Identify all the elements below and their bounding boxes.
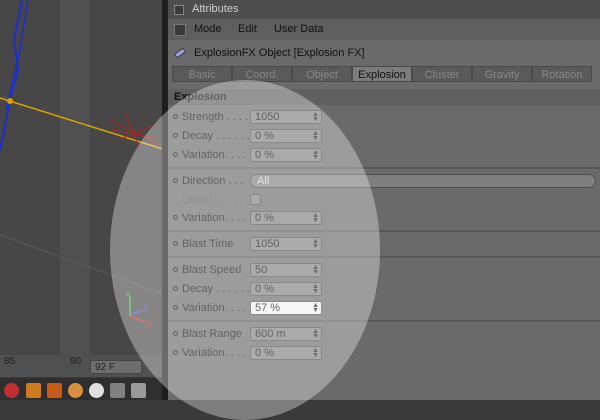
menu-user-data[interactable]: User Data — [274, 19, 324, 40]
decay-field[interactable]: 0 % ▲ ▼ — [250, 129, 322, 143]
keyframe-dot-icon[interactable] — [173, 152, 178, 157]
variation-field[interactable]: 0 % ▲ ▼ — [250, 346, 322, 360]
blast-range-field[interactable]: 600 m ▲ ▼ — [250, 327, 322, 341]
attributes-panel: Attributes Mode Edit User Data Explosion… — [168, 0, 600, 400]
spinner-icon: ▲ ▼ — [312, 111, 319, 123]
direction-dropdown[interactable]: All — [250, 174, 596, 188]
grid-icon[interactable] — [110, 383, 125, 398]
object-name: ExplosionFX Object [Explosion FX] — [194, 47, 365, 59]
spinner-icon: ▲ ▼ — [312, 238, 319, 250]
tab-basic[interactable]: Basic — [172, 66, 232, 82]
param-label: Linear . . . . . . — [182, 194, 250, 206]
tab-object[interactable]: Object — [292, 66, 352, 82]
yellow-pivot — [7, 98, 13, 104]
move-icon[interactable] — [26, 383, 41, 398]
spinner-icon: ▲ ▼ — [312, 264, 319, 276]
spinner-icon: ▲ ▼ — [312, 212, 319, 224]
param-label: Decay . . . . . . — [182, 130, 250, 142]
tab-gravity[interactable]: Gravity — [472, 66, 532, 82]
variation-field-editing[interactable]: 57 % ▲ ▼ — [250, 301, 322, 315]
tab-coord[interactable]: Coord. — [232, 66, 292, 82]
keyframe-dot-icon[interactable] — [173, 267, 178, 272]
menu-mode[interactable]: Mode — [194, 19, 222, 40]
viewport-scene: Y Z X — [0, 0, 166, 355]
spinner-icon: ▲ ▼ — [312, 347, 319, 359]
keyframe-dot-icon[interactable] — [173, 286, 178, 291]
variation-field[interactable]: 0 % ▲ ▼ — [250, 211, 322, 225]
rotate-icon[interactable] — [68, 383, 83, 398]
param-label: Variation. . . . — [182, 347, 246, 359]
group-separator — [168, 167, 600, 169]
bottom-toolbar — [0, 378, 166, 400]
group-separator — [168, 256, 600, 258]
red-emitter — [109, 111, 161, 151]
axis-gizmo: Y Z X — [125, 290, 152, 329]
param-label: Blast Time — [182, 238, 234, 250]
doc-icon[interactable] — [131, 383, 146, 398]
keyframe-dot-icon[interactable] — [173, 331, 178, 336]
timeline-tick: 85 — [4, 356, 16, 367]
blue-spline — [0, 0, 23, 151]
keyframe-dot-icon[interactable] — [173, 350, 178, 355]
spinner-icon: ▲ ▼ — [312, 302, 319, 314]
group-separator — [168, 230, 600, 232]
scale-icon[interactable] — [47, 383, 62, 398]
spinner-icon: ▲ ▼ — [312, 149, 319, 161]
panel-menu-icon[interactable] — [174, 5, 184, 15]
spinner-icon: ▲ ▼ — [312, 283, 319, 295]
param-label: Blast Speed — [182, 264, 242, 276]
help-icon[interactable] — [4, 383, 19, 398]
keyframe-dot-icon[interactable] — [173, 178, 178, 183]
param-label: Strength . . . . — [182, 111, 249, 123]
param-label: Variation. . . . — [182, 302, 246, 314]
grip-icon[interactable] — [174, 24, 186, 36]
timeline-tick: 90 — [70, 356, 82, 367]
tab-explosion[interactable]: Explosion — [352, 66, 412, 82]
explosion-object-icon — [174, 47, 186, 59]
tab-bar: Basic Coord. Object Explosion Cluster Gr… — [172, 66, 600, 84]
section-title: Explosion — [168, 89, 600, 105]
param-label: Variation. . . . — [182, 149, 246, 161]
param-label: Variation. . . . — [182, 212, 246, 224]
menu-edit[interactable]: Edit — [238, 19, 257, 40]
param-label: Decay . . . . . . — [182, 283, 250, 295]
3d-viewport[interactable]: Y Z X — [0, 0, 166, 355]
menu-bar: Mode Edit User Data — [168, 19, 600, 40]
linear-checkbox[interactable] — [250, 194, 261, 205]
keyframe-dot-icon[interactable] — [173, 305, 178, 310]
blast-speed-field[interactable]: 50 ▲ ▼ — [250, 263, 322, 277]
param-label: Blast Range — [182, 328, 242, 340]
param-label: Direction . . . — [182, 175, 244, 187]
keyframe-dot-icon[interactable] — [173, 241, 178, 246]
variation-field[interactable]: 0 % ▲ ▼ — [250, 148, 322, 162]
axis-y-label: Y — [125, 290, 131, 300]
strength-field[interactable]: 1050 ▲ ▼ — [250, 110, 322, 124]
points-icon[interactable] — [89, 383, 104, 398]
spinner-icon: ▲ ▼ — [312, 328, 319, 340]
panel-title: Attributes — [192, 3, 239, 15]
object-header: ExplosionFX Object [Explosion FX] — [168, 40, 600, 66]
tab-cluster[interactable]: Cluster — [412, 66, 472, 82]
current-frame-field[interactable]: 92 F — [90, 360, 142, 374]
keyframe-dot-icon[interactable] — [173, 133, 178, 138]
decay-field[interactable]: 0 % ▲ ▼ — [250, 282, 322, 296]
axis-z-label: Z — [142, 304, 148, 314]
spinner-icon: ▲ ▼ — [312, 130, 319, 142]
panel-titlebar: Attributes — [168, 0, 600, 19]
blast-time-field[interactable]: 1050 ▲ ▼ — [250, 237, 322, 251]
tab-rotation[interactable]: Rotation — [532, 66, 592, 82]
keyframe-dot-icon[interactable] — [173, 215, 178, 220]
group-separator — [168, 320, 600, 322]
axis-x-label: X — [146, 319, 152, 329]
keyframe-dot-icon[interactable] — [173, 114, 178, 119]
